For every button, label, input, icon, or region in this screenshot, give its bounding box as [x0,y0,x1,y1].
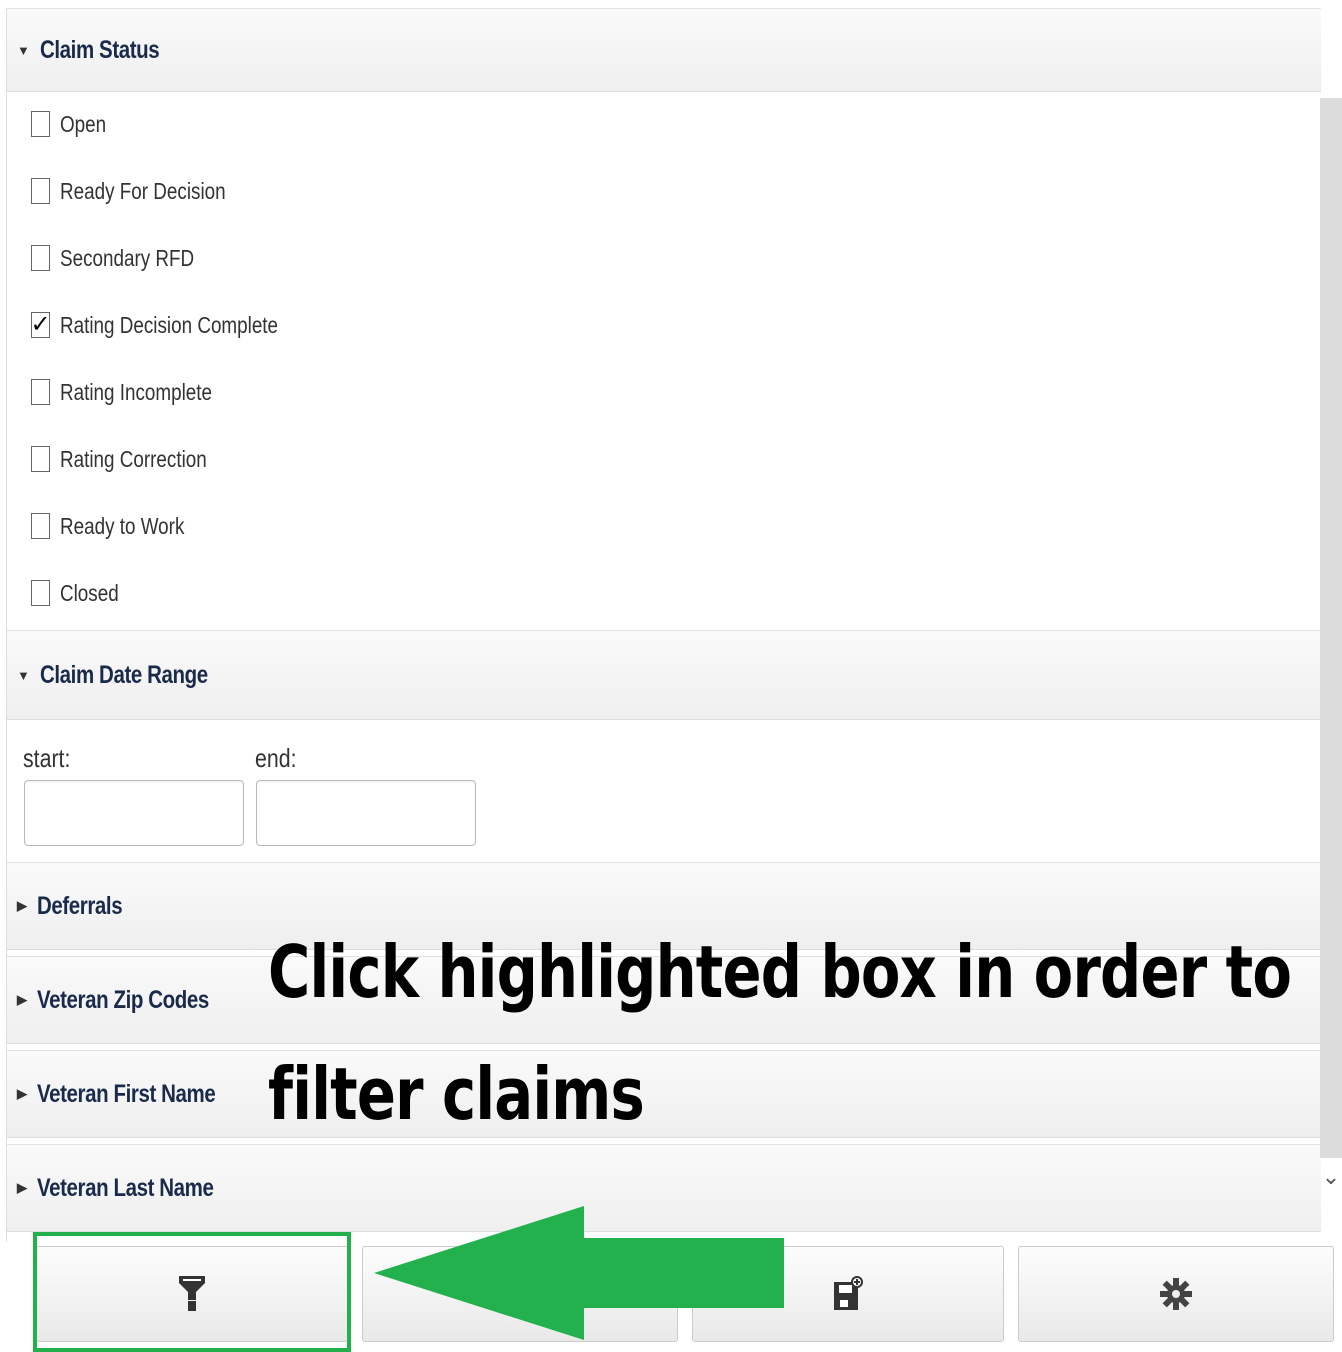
vertical-scrollbar[interactable] [1320,98,1342,1158]
collapsed-triangle-icon: ▶ [17,1180,27,1195]
filter-button[interactable] [36,1246,348,1342]
checkbox-rating-decision-complete[interactable]: ✓ Rating Decision Complete [30,305,326,345]
checkbox-label: Rating Decision Complete [60,311,279,338]
gear-icon [1160,1278,1192,1310]
collapsed-triangle-icon: ▶ [17,992,27,1007]
claim-date-range-title: Claim Date Range [39,660,208,689]
filter-panel: ▼ Claim Status Open Ready For Decision S… [6,8,1321,1242]
checkbox-label: Ready For Decision [60,177,226,204]
claim-status-title: Claim Status [39,35,160,64]
checkbox[interactable] [31,111,50,137]
collapsed-triangle-icon: ▶ [17,1086,27,1101]
first-name-title: Veteran First Name [37,1079,216,1108]
deferrals-title: Deferrals [37,891,123,920]
settings-button[interactable] [1018,1246,1334,1342]
checkbox-label: Closed [60,579,119,606]
zip-codes-title: Veteran Zip Codes [37,985,209,1014]
last-name-title: Veteran Last Name [37,1173,214,1202]
checkbox[interactable] [31,580,50,606]
checkbox-ready-to-work[interactable]: Ready to Work [31,506,212,546]
checkbox-label: Rating Incomplete [60,378,213,405]
annotation-line-1: Click highlighted box in order to [268,930,1292,1014]
checkbox[interactable] [31,513,50,539]
checkbox-label: Ready to Work [60,512,185,539]
collapsed-triangle-icon: ▶ [17,898,27,913]
checkbox-ready-for-decision[interactable]: Ready For Decision [31,171,262,211]
checkbox-closed[interactable]: Closed [31,573,132,613]
checkbox-rating-incomplete[interactable]: Rating Incomplete [31,372,245,412]
end-label: end: [255,743,297,773]
checkbox-open[interactable]: Open [31,104,116,144]
end-date-input[interactable] [256,780,476,846]
checkbox[interactable] [31,379,50,405]
checkbox[interactable] [31,446,50,472]
first-name-header[interactable]: ▶ Veteran First Name [7,1050,1321,1138]
checkbox[interactable] [31,178,50,204]
claim-status-header[interactable]: ▼ Claim Status [7,8,1321,92]
expanded-triangle-icon: ▼ [17,42,30,58]
checkbox[interactable] [31,245,50,271]
checkbox-label: Open [60,110,107,137]
checkbox-rating-correction[interactable]: Rating Correction [31,439,239,479]
green-arrow-icon [374,1206,784,1340]
checkbox-secondary-rfd[interactable]: Secondary RFD [31,238,224,278]
scroll-down-chevron-icon[interactable]: ⌄ [1320,1162,1342,1192]
filter-icon [179,1276,205,1311]
expanded-triangle-icon: ▼ [17,667,30,683]
start-label: start: [23,743,71,773]
annotation-line-2: filter claims [268,1052,645,1136]
start-date-input[interactable] [24,780,244,846]
claim-date-range-header[interactable]: ▼ Claim Date Range [7,630,1321,720]
checkbox-label: Rating Correction [60,445,207,472]
checkbox-label: Secondary RFD [60,244,195,271]
checkbox-checked[interactable]: ✓ [30,312,51,338]
save-icon [834,1276,863,1310]
